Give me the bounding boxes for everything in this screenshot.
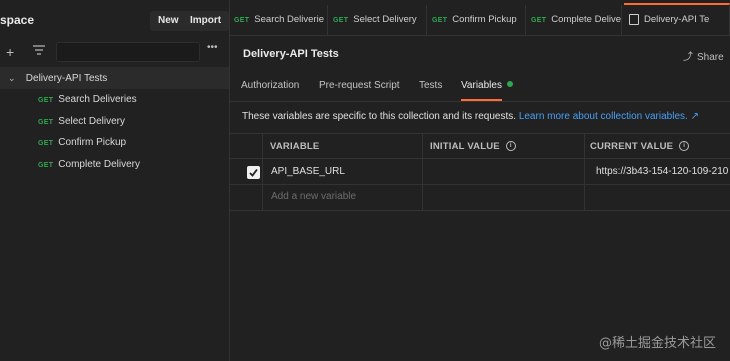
watermark: @稀土掘金技术社区 bbox=[598, 336, 716, 351]
method-badge: GET bbox=[333, 17, 349, 24]
sidebar-item-search-deliveries[interactable]: GET Search Deliveries bbox=[38, 89, 137, 111]
table-bottom-border bbox=[229, 210, 730, 211]
active-dot-icon bbox=[506, 81, 513, 87]
column-header-current-value: CURRENT VALUE i bbox=[590, 141, 690, 152]
sidebar-item-complete-delivery[interactable]: GET Complete Delivery bbox=[38, 154, 140, 176]
more-options-icon[interactable]: ••• bbox=[207, 42, 218, 53]
method-badge: GET bbox=[38, 140, 54, 147]
tab-label: Delivery-API Te bbox=[644, 14, 710, 25]
method-badge: GET bbox=[234, 17, 250, 24]
method-badge: GET bbox=[531, 17, 547, 24]
share-label: Share bbox=[697, 52, 724, 63]
collection-item[interactable]: ⌄ Delivery-API Tests bbox=[8, 67, 107, 89]
request-label: Complete Delivery bbox=[58, 159, 140, 170]
search-input[interactable] bbox=[56, 42, 200, 62]
page-title: Delivery-API Tests bbox=[243, 48, 339, 60]
plus-icon[interactable]: + bbox=[6, 44, 14, 60]
tab-authorization[interactable]: Authorization bbox=[241, 80, 299, 91]
request-label: Confirm Pickup bbox=[58, 137, 127, 148]
info-text: These variables are specific to this col… bbox=[242, 111, 699, 122]
collection-icon bbox=[629, 13, 639, 25]
tab-confirm-pickup[interactable]: GET Confirm Pickup bbox=[427, 5, 526, 35]
chevron-down-icon: ⌄ bbox=[8, 73, 16, 83]
tab-label: Search Deliverie bbox=[254, 14, 324, 25]
request-label: Search Deliveries bbox=[58, 94, 137, 105]
table-row-border bbox=[229, 184, 730, 185]
variable-cell[interactable]: API_BASE_URL bbox=[271, 166, 345, 177]
tab-search-deliveries[interactable]: GET Search Deliverie bbox=[229, 5, 328, 35]
tab-label: Complete Delive bbox=[551, 14, 621, 25]
tab-label: Confirm Pickup bbox=[452, 14, 517, 25]
info-icon[interactable]: i bbox=[505, 141, 516, 152]
share-button[interactable]: ⤴ Share bbox=[683, 48, 724, 63]
tab-select-delivery[interactable]: GET Select Delivery bbox=[328, 5, 427, 35]
sidebar-item-select-delivery[interactable]: GET Select Delivery bbox=[38, 111, 125, 133]
tab-collection[interactable]: Delivery-API Te bbox=[624, 3, 730, 35]
sidebar-item-confirm-pickup[interactable]: GET Confirm Pickup bbox=[38, 132, 126, 154]
check-icon bbox=[249, 168, 258, 177]
method-badge: GET bbox=[38, 97, 54, 104]
table-header-border bbox=[229, 158, 730, 159]
method-badge: GET bbox=[38, 119, 54, 126]
tab-pre-request-script[interactable]: Pre-request Script bbox=[319, 80, 400, 91]
column-header-initial-value: INITIAL VALUE i bbox=[430, 141, 516, 152]
tab-label: Select Delivery bbox=[353, 14, 417, 25]
info-label: These variables are specific to this col… bbox=[242, 111, 517, 122]
share-icon: ⤴ bbox=[683, 52, 693, 63]
row-checkbox[interactable] bbox=[247, 166, 260, 179]
tab-tests[interactable]: Tests bbox=[419, 80, 442, 91]
table-col-divider bbox=[422, 133, 423, 210]
column-label: CURRENT VALUE bbox=[590, 141, 674, 152]
import-button[interactable]: Import bbox=[182, 11, 230, 31]
current-value-cell[interactable]: https://3b43-154-120-109-210 bbox=[596, 166, 730, 177]
info-icon[interactable]: i bbox=[679, 141, 690, 152]
method-badge: GET bbox=[432, 17, 448, 24]
learn-more-link[interactable]: Learn more about collection variables. ↗ bbox=[519, 111, 699, 122]
filter-icon[interactable] bbox=[33, 45, 45, 58]
collection-label: Delivery-API Tests bbox=[25, 73, 108, 84]
tab-variables[interactable]: Variables bbox=[461, 80, 513, 91]
table-col-divider bbox=[262, 133, 263, 210]
method-badge: GET bbox=[38, 162, 54, 169]
workspace-title: space bbox=[0, 13, 35, 27]
table-top-border bbox=[229, 133, 730, 134]
add-variable-input[interactable]: Add a new variable bbox=[271, 191, 356, 202]
tab-label: Variables bbox=[461, 80, 502, 91]
divider bbox=[229, 101, 730, 102]
column-label: INITIAL VALUE bbox=[430, 141, 500, 152]
column-header-variable: VARIABLE bbox=[270, 141, 320, 152]
request-label: Select Delivery bbox=[58, 116, 125, 127]
table-col-divider bbox=[584, 133, 585, 210]
tab-complete-delivery[interactable]: GET Complete Delive bbox=[526, 5, 622, 35]
